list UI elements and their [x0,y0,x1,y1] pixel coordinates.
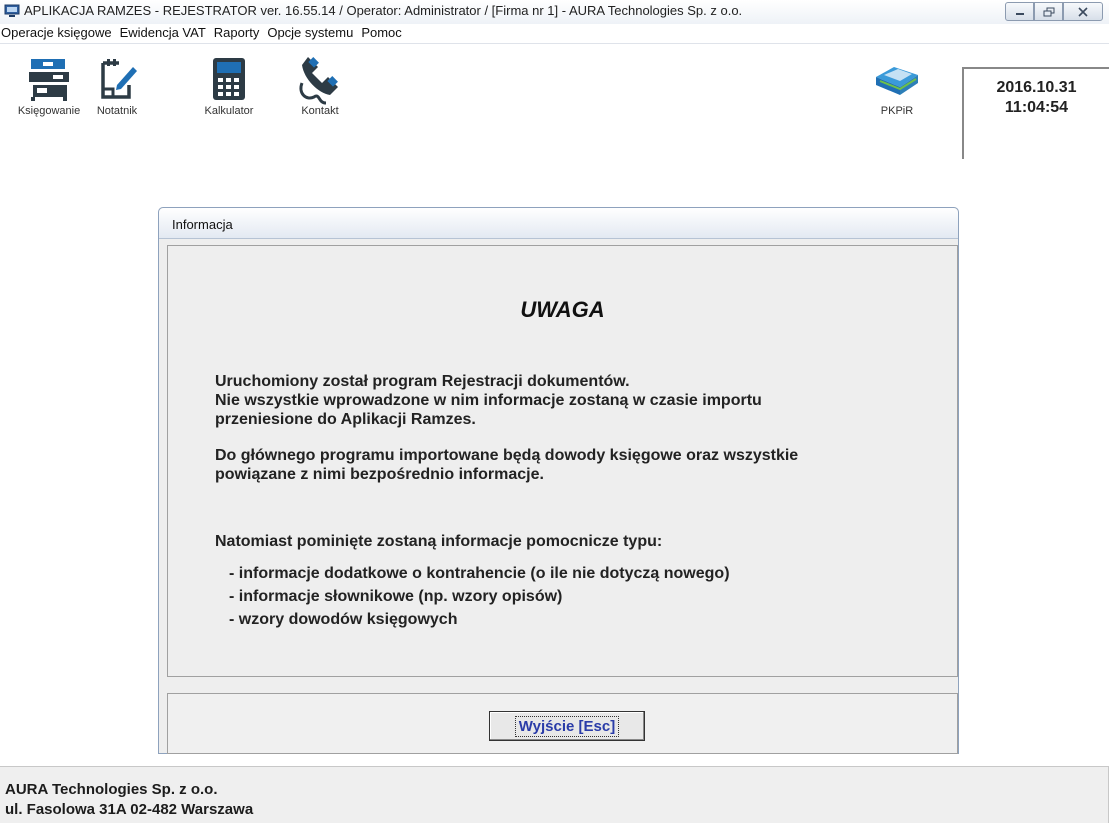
tool-ksiegowanie[interactable]: Księgowanie [9,53,89,117]
tool-label: Kontakt [301,105,339,117]
dialog-button-panel: Wyjście [Esc] [167,693,958,754]
message-panel: UWAGA Uruchomiony został program Rejestr… [167,245,958,677]
dialog-title: Informacja [159,208,958,239]
exit-button-label: Wyjście [Esc] [514,715,620,737]
company-address: ul. Fasolowa 31A 02-482 Warszawa [5,801,254,818]
app-icon [4,4,20,17]
tool-label: Kalkulator [204,105,254,117]
menu-pomoc[interactable]: Pomoc [358,24,406,43]
clock-panel: 2016.10.31 11:04:54 [962,67,1109,159]
menu-raporty[interactable]: Raporty [211,24,265,43]
company-name: AURA Technologies Sp. z o.o. [5,781,218,798]
tool-pkpir[interactable]: PKPiR [864,53,930,117]
restore-button[interactable] [1034,2,1063,21]
ledger-binders-icon [29,59,69,101]
tool-label: PKPiR [880,105,914,117]
phone-handset-icon [299,57,338,105]
paragraph-line: Natomiast pominięte zostaną informacje p… [215,533,663,550]
list-item: - informacje słownikowe (np. wzory opisó… [229,588,563,605]
title-bar: APLIKACJA RAMZES - REJESTRATOR ver. 16.5… [0,0,1109,24]
minimize-icon [1015,12,1024,15]
minimize-button[interactable] [1005,2,1034,21]
calculator-icon [213,58,245,100]
tool-label: Księgowanie [17,105,81,117]
dialog-heading: UWAGA [520,297,605,322]
paragraph-line: Nie wszystkie wprowadzone w nim informac… [215,392,762,409]
paragraph-line: Do głównego programu importowane będą do… [215,447,799,464]
restore-icon [1043,7,1054,16]
window-title: APLIKACJA RAMZES - REJESTRATOR ver. 16.5… [24,3,743,18]
company-footer: AURA Technologies Sp. z o.o. ul. Fasolow… [0,766,1109,823]
exit-button[interactable]: Wyjście [Esc] [489,711,645,741]
tool-notatnik[interactable]: Notatnik [89,53,145,117]
paragraph-line: przeniesione do Aplikacji Ramzes. [215,411,476,428]
tool-kalkulator[interactable]: Kalkulator [193,53,265,117]
menu-ewidencja-vat[interactable]: Ewidencja VAT [117,24,211,43]
close-icon [1078,6,1088,17]
close-button[interactable] [1063,2,1103,21]
paragraph-line: powiązane z nimi bezpośrednio informacje… [215,466,544,483]
paragraph-line: Uruchomiony został program Rejestracji d… [215,373,630,390]
info-dialog: Informacja UWAGA Uruchomiony został prog… [158,207,959,754]
menu-bar: Operacje księgowe Ewidencja VAT Raporty … [0,24,1109,44]
list-item: - wzory dowodów księgowych [229,611,458,628]
clock-date: 2016.10.31 [996,79,1077,96]
menu-opcje-systemu[interactable]: Opcje systemu [264,24,358,43]
menu-operacje-ksiegowe[interactable]: Operacje księgowe [0,24,117,43]
window-controls [1005,2,1103,21]
notepad-icon [101,59,137,99]
toolbar: Księgowanie Notatnik Kalkulator Kontakt … [0,45,1109,163]
list-item: - informacje dodatkowe o kontrahencie (o… [229,565,730,582]
book-icon [876,67,918,95]
tool-kontakt[interactable]: Kontakt [290,53,350,117]
tool-label: Notatnik [96,105,138,117]
clock-time: 11:04:54 [1004,99,1069,116]
